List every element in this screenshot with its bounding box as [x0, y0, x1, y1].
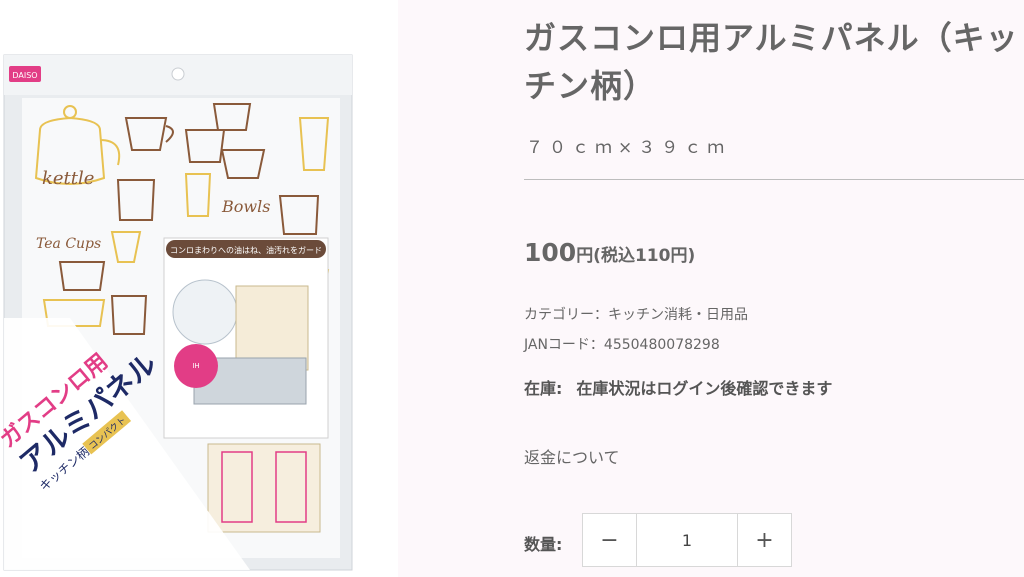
- brand-logo-text: DAISO: [12, 71, 37, 80]
- pattern-word-tea-cups: Tea Cups: [36, 236, 101, 252]
- price-unit: 円(税込110円): [576, 246, 696, 266]
- stock-value: 在庫状況はログイン後確認できます: [576, 379, 833, 398]
- pattern-word-bowls: Bowls: [221, 197, 270, 216]
- insert-photo: [172, 279, 238, 345]
- pattern-word-kettle: kettle: [42, 168, 94, 189]
- product-title: ガスコンロ用アルミパネル（キッチン柄）: [524, 19, 1019, 105]
- product-details: ガスコンロ用アルミパネル（キッチン柄） ７０ｃｍ×３９ｃｍ 100円(税込110…: [524, 0, 1024, 577]
- panel-photo: [235, 285, 309, 371]
- size-diagram: [207, 443, 321, 533]
- stock-label: 在庫:: [524, 379, 563, 398]
- product-category: カテゴリー：キッチン消耗・日用品: [524, 307, 748, 323]
- quantity-label: 数量:: [524, 535, 563, 554]
- insert-banner-text: コンロまわりへの油はね、油汚れをガード: [170, 245, 322, 255]
- divider: [524, 179, 1024, 180]
- product-jan-code: JANコード：4550480078298: [524, 337, 720, 353]
- product-package-illustration: DAISO kettle Bowls Tea Cups コンロまわりへの油はね、…: [0, 54, 353, 571]
- stock-status: 在庫: 在庫状況はログイン後確認できます: [524, 375, 832, 399]
- product-price: 100円(税込110円): [524, 238, 695, 267]
- quantity-stepper: − 1 +: [582, 513, 792, 567]
- ih-badge-text: IH: [192, 362, 199, 370]
- product-image[interactable]: DAISO kettle Bowls Tea Cups コンロまわりへの油はね、…: [0, 0, 398, 577]
- product-size: ７０ｃｍ×３９ｃｍ: [526, 138, 731, 158]
- refund-link[interactable]: 返金について: [524, 444, 620, 468]
- quantity-input[interactable]: 1: [636, 514, 738, 566]
- price-amount: 100: [524, 238, 577, 267]
- hang-hole: [171, 67, 185, 81]
- decrement-button[interactable]: −: [583, 514, 636, 566]
- increment-button[interactable]: +: [738, 514, 791, 566]
